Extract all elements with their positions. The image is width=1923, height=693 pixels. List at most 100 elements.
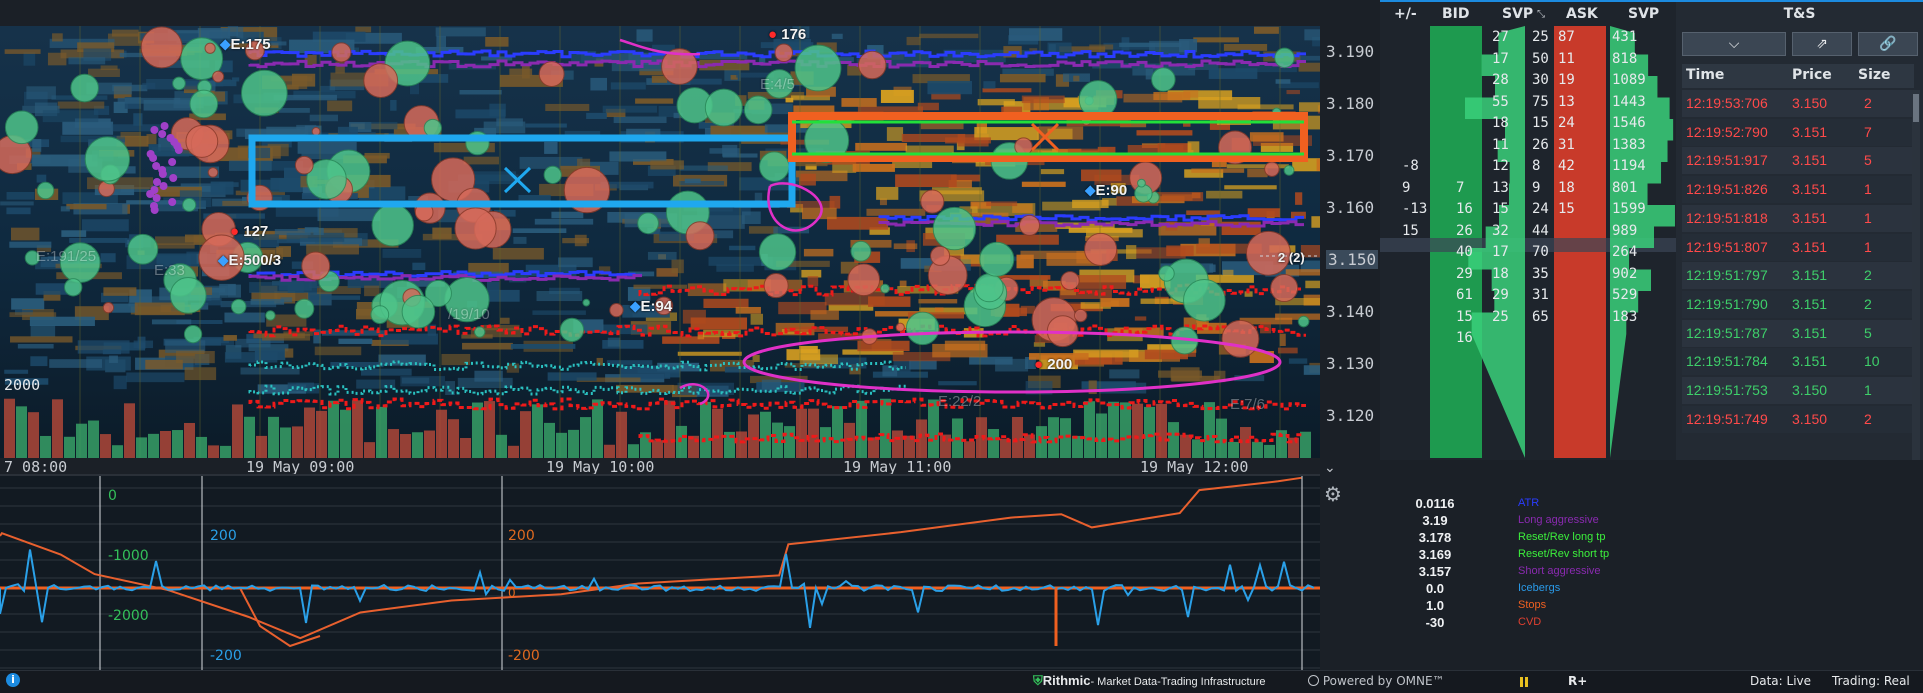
ladder-svp2-cell[interactable]: 902 (1612, 266, 1637, 282)
ladder-pm-cell[interactable]: 15 (1402, 223, 1419, 239)
ladder-svp-cell[interactable]: 15 (1492, 201, 1509, 217)
ladder-ask-cell[interactable]: 11 (1558, 51, 1575, 67)
ts-scrollbar[interactable] (1912, 90, 1920, 460)
ladder-bid-cell[interactable]: 40 (1456, 244, 1473, 260)
ladder-svp2-cell[interactable]: 1089 (1612, 72, 1646, 88)
ladder-svp-cell[interactable]: 26 (1532, 137, 1549, 153)
iceberg-tag-e175[interactable]: ⬥E:175 (220, 36, 271, 53)
ladder-bid-cell[interactable]: 16 (1456, 201, 1473, 217)
ladder-svp2-cell[interactable]: 431 (1612, 29, 1637, 45)
ladder-header-svp[interactable]: SVP (1502, 6, 1533, 22)
ladder-ask-cell[interactable]: 42 (1558, 158, 1575, 174)
ladder-svp-cell[interactable]: 13 (1492, 180, 1509, 196)
ladder-svp-cell[interactable]: 28 (1492, 72, 1509, 88)
ladder-bid-cell[interactable]: 29 (1456, 266, 1473, 282)
stop-tag-200[interactable]: ● 200 (1034, 356, 1072, 373)
ladder-header-pm[interactable]: +/- (1394, 6, 1417, 22)
ladder-ask-cell[interactable]: 87 (1558, 29, 1575, 45)
ts-row[interactable]: 12:19:51:797 3.151 2 (1682, 262, 1918, 290)
time-and-sales-panel[interactable]: T&S ⌵ ⇗ 🔗 Time Price Size 12:19:53:706 3.… (1676, 0, 1923, 460)
rplus-indicator[interactable]: R+ (1568, 674, 1587, 688)
ladder-svp-cell[interactable]: 29 (1492, 287, 1509, 303)
ladder-bid-cell[interactable]: 7 (1456, 180, 1464, 196)
chevron-down-icon[interactable]: ⌄ (1324, 460, 1336, 476)
ladder-svp-cell[interactable]: 75 (1532, 94, 1549, 110)
ladder-pm-cell[interactable]: -13 (1402, 201, 1427, 217)
ladder-svp2-cell[interactable]: 1599 (1612, 201, 1646, 217)
ladder-ask-cell[interactable]: 13 (1558, 94, 1575, 110)
link-button[interactable]: 🔗 (1858, 32, 1918, 56)
expand-icon[interactable]: ⤡ (1537, 9, 1545, 20)
ladder-svp-cell[interactable]: 30 (1532, 72, 1549, 88)
ladder-svp2-cell[interactable]: 1194 (1612, 158, 1646, 174)
ladder-svp2-cell[interactable]: 264 (1612, 244, 1637, 260)
ladder-ask-cell[interactable]: 31 (1558, 137, 1575, 153)
ladder-svp-cell[interactable]: 55 (1492, 94, 1509, 110)
ladder-svp2-cell[interactable]: 801 (1612, 180, 1637, 196)
ladder-ask-cell[interactable]: 15 (1558, 201, 1575, 217)
ladder-svp2-cell[interactable]: 989 (1612, 223, 1637, 239)
current-order-tag[interactable]: 2 (2) (1278, 250, 1305, 265)
ladder-ask-cell[interactable]: 19 (1558, 72, 1575, 88)
ladder-svp2-cell[interactable]: 1383 (1612, 137, 1646, 153)
ladder-ask-cell[interactable]: 18 (1558, 180, 1575, 196)
ladder-header-svp2[interactable]: SVP (1628, 6, 1659, 22)
iceberg-tag-e94[interactable]: ⬥E:94 (630, 298, 672, 315)
ts-row[interactable]: 12:19:52:790 3.151 7 (1682, 118, 1918, 146)
ladder-header-ask[interactable]: ASK (1566, 6, 1598, 22)
ts-row[interactable]: 12:19:51:784 3.151 10 (1682, 348, 1918, 376)
ladder-svp-cell[interactable]: 17 (1492, 244, 1509, 260)
ts-col-time[interactable]: Time (1686, 67, 1724, 83)
ladder-svp-cell[interactable]: 70 (1532, 244, 1549, 260)
ts-row[interactable]: 12:19:51:787 3.151 5 (1682, 319, 1918, 347)
ts-col-price[interactable]: Price (1792, 67, 1832, 83)
ladder-svp-cell[interactable]: 17 (1492, 51, 1509, 67)
ladder-svp-cell[interactable]: 12 (1492, 158, 1509, 174)
ts-row[interactable]: 12:19:51:826 3.151 1 (1682, 176, 1918, 204)
ladder-svp-cell[interactable]: 18 (1492, 266, 1509, 282)
ladder-svp-cell[interactable]: 31 (1532, 287, 1549, 303)
ladder-svp-cell[interactable]: 8 (1532, 158, 1540, 174)
ladder-svp-cell[interactable]: 24 (1532, 201, 1549, 217)
ladder-pm-cell[interactable]: -8 (1402, 158, 1419, 174)
ladder-svp2-cell[interactable]: 529 (1612, 287, 1637, 303)
ladder-svp-cell[interactable]: 27 (1492, 29, 1509, 45)
ladder-svp-cell[interactable]: 44 (1532, 223, 1549, 239)
ladder-svp-cell[interactable]: 65 (1532, 309, 1549, 325)
ladder-svp2-cell[interactable]: 1546 (1612, 115, 1646, 131)
ladder-svp-cell[interactable]: 11 (1492, 137, 1509, 153)
ts-row[interactable]: 12:19:51:749 3.150 2 (1682, 405, 1918, 433)
ladder-bid-cell[interactable]: 15 (1456, 309, 1473, 325)
ladder-svp-cell[interactable]: 50 (1532, 51, 1549, 67)
ladder-header-bid[interactable]: BID (1442, 6, 1470, 22)
ts-row[interactable]: 12:19:51:807 3.151 1 (1682, 233, 1918, 261)
ladder-bid-cell[interactable]: 26 (1456, 223, 1473, 239)
heatmap-chart[interactable]: ⬥E:175 ● 176 ⬥E:90 ● 127 ⬥E:500/3 ⬥E:94 … (0, 26, 1320, 458)
stop-tag-176[interactable]: ● 176 (768, 26, 806, 43)
ladder-pm-cell[interactable]: 9 (1402, 180, 1410, 196)
ladder-svp-cell[interactable]: 25 (1532, 29, 1549, 45)
info-icon[interactable]: i (6, 673, 20, 687)
indicator-pane[interactable]: 0 -1000 -2000 200 -200 200 -200 0 (0, 476, 1320, 674)
iceberg-tag-e90[interactable]: ⬥E:90 (1085, 182, 1127, 199)
ladder-svp-cell[interactable]: 18 (1492, 115, 1509, 131)
ladder-svp-cell[interactable]: 35 (1532, 266, 1549, 282)
ladder-bid-cell[interactable]: 16 (1456, 330, 1473, 346)
collapse-button[interactable]: ⌵ (1682, 32, 1786, 56)
ladder-svp2-cell[interactable]: 818 (1612, 51, 1637, 67)
ts-row[interactable]: 12:19:51:753 3.150 1 (1682, 377, 1918, 404)
ts-row[interactable]: 12:19:53:706 3.150 2 (1682, 90, 1918, 117)
ts-col-size[interactable]: Size (1858, 67, 1891, 83)
ladder-svp-cell[interactable]: 9 (1532, 180, 1540, 196)
ladder-svp2-cell[interactable]: 1443 (1612, 94, 1646, 110)
popout-button[interactable]: ⇗ (1792, 32, 1852, 56)
ts-row[interactable]: 12:19:51:818 3.151 1 (1682, 204, 1918, 232)
ladder-bid-cell[interactable]: 61 (1456, 287, 1473, 303)
dom-ladder[interactable]: +/- BID SVP ASK SVP ⤡ -8 9 -13 15 7 16 26 40 29 6… (1380, 0, 1680, 460)
ts-row[interactable]: 12:19:51:917 3.151 5 (1682, 147, 1918, 175)
ladder-svp-cell[interactable]: 15 (1532, 115, 1549, 131)
ladder-svp-cell[interactable]: 32 (1492, 223, 1509, 239)
stop-tag-127[interactable]: ● 127 (230, 223, 268, 240)
iceberg-tag-e500[interactable]: ⬥E:500/3 (218, 252, 281, 269)
ladder-svp2-cell[interactable]: 183 (1612, 309, 1637, 325)
